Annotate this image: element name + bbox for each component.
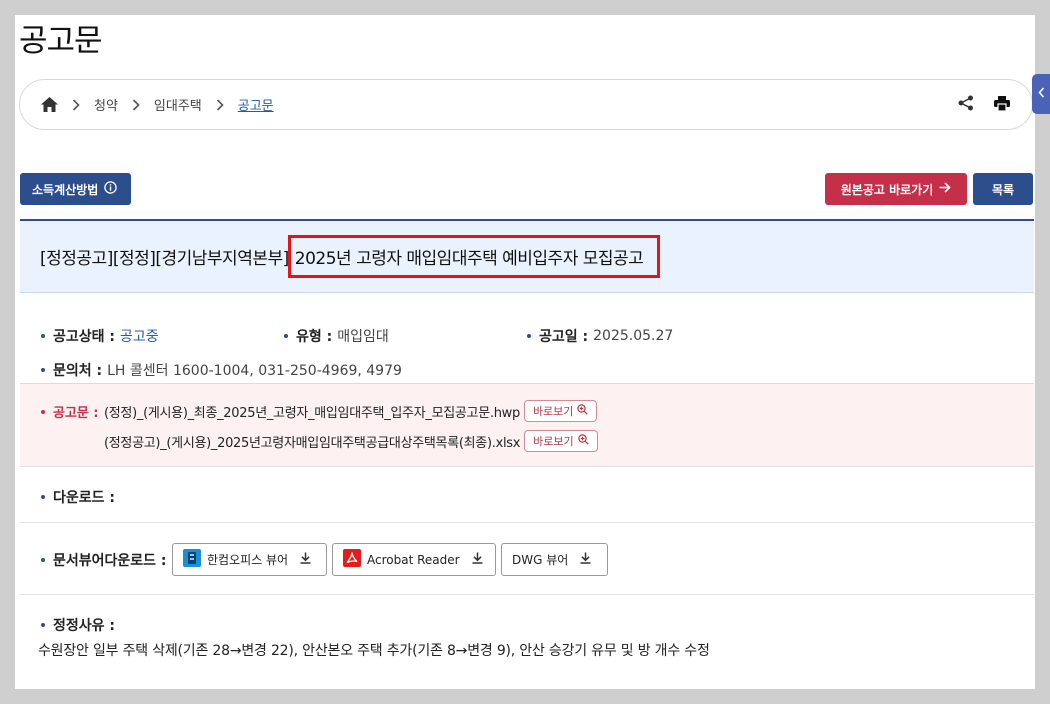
file-item: (정정)_(게시용)_최종_2025년_고령자_매입임대주택_입주자_모집공고문… <box>104 400 598 422</box>
download-icon <box>580 552 591 567</box>
list-button[interactable]: 목록 <box>973 173 1033 205</box>
side-panel-toggle[interactable] <box>1032 74 1050 114</box>
income-calc-label: 소득계산방법 <box>32 182 99 197</box>
bullet-icon <box>41 368 45 372</box>
view-button-label: 바로보기 <box>533 435 574 448</box>
share-icon[interactable] <box>958 95 974 115</box>
status-row: 공고상태 : 공고중 <box>41 326 159 346</box>
hancom-icon <box>183 549 201 570</box>
download-icon <box>472 552 483 567</box>
viewer-download-section: 문서뷰어다운로드 : 한컴오피스 뷰어 Acrobat Reader DWG 뷰… <box>20 523 1034 595</box>
contact-value: LH 콜센터 1600-1004, 031-250-4969, 4979 <box>107 363 402 379</box>
file-name[interactable]: (정정)_(게시용)_최종_2025년_고령자_매입임대주택_입주자_모집공고문… <box>104 402 520 421</box>
zoom-in-icon <box>577 404 589 418</box>
bullet-icon <box>41 623 45 627</box>
chevron-left-icon <box>1037 87 1045 101</box>
chevron-right-icon <box>216 98 224 111</box>
income-calc-button[interactable]: 소득계산방법 <box>20 173 132 205</box>
notice-info: 공고상태 : 공고중 유형 : 매입임대 공고일 : 2025.05.27 문의… <box>20 293 1034 383</box>
file-name[interactable]: (정정공고)_(게시용)_2025년고령자매입임대주택공급대상주택목록(최종).… <box>104 432 520 451</box>
chevron-right-icon <box>72 98 80 111</box>
bullet-icon <box>41 409 45 414</box>
bullet-icon <box>41 495 45 499</box>
zoom-in-icon <box>577 434 589 448</box>
bullet-icon <box>41 558 45 562</box>
type-row: 유형 : 매입임대 <box>284 326 389 346</box>
original-notice-button[interactable]: 원본공고 바로가기 <box>825 173 967 205</box>
date-row: 공고일 : 2025.05.27 <box>527 326 673 346</box>
page-container: 공고문 청약 임대주택 공고문 소득계산방법 원본공고 바로가기 목록 [정정공… <box>15 15 1035 689</box>
notice-title: [정정공고][정정][경기남부지역본부] 2025년 고령자 매입임대주택 예비… <box>20 219 1034 293</box>
download-section: 다운로드 : <box>20 467 1034 523</box>
bullet-icon <box>527 334 531 338</box>
viewer-label-text: 문서뷰어다운로드 : <box>53 553 167 569</box>
view-button[interactable]: 바로보기 <box>523 400 598 422</box>
download-row: 다운로드 : <box>41 487 115 507</box>
status-label: 공고상태 : <box>53 329 115 345</box>
hancom-viewer-button[interactable]: 한컴오피스 뷰어 <box>172 543 327 576</box>
type-label: 유형 : <box>296 329 333 345</box>
viewer-label: 문서뷰어다운로드 : <box>41 550 167 570</box>
view-button-label: 바로보기 <box>532 405 574 418</box>
notice-title-prefix: [정정공고][정정][경기남부지역본부] <box>40 249 289 269</box>
breadcrumb-current[interactable]: 공고문 <box>238 95 274 114</box>
reason-text: 수원장안 일부 주택 삭제(기존 28→변경 22), 안산본오 주택 추가(기… <box>38 643 710 659</box>
correction-reason-section: 정정사유 : 수원장안 일부 주택 삭제(기존 28→변경 22), 안산본오 … <box>20 595 1034 689</box>
acrobat-reader-button[interactable]: Acrobat Reader <box>332 543 496 576</box>
dwg-viewer-label: DWG 뷰어 <box>512 553 569 567</box>
file-item: (정정공고)_(게시용)_2025년고령자매입임대주택공급대상주택목록(최종).… <box>104 430 598 452</box>
reason-label: 정정사유 : <box>53 618 115 634</box>
date-value: 2025.05.27 <box>593 328 674 344</box>
print-icon[interactable] <box>994 95 1010 115</box>
breadcrumb-actions <box>958 95 1010 115</box>
page-title: 공고문 <box>19 23 103 59</box>
files-label-text: 공고문 : <box>53 406 99 421</box>
contact-row: 문의처 : LH 콜센터 1600-1004, 031-250-4969, 49… <box>41 360 402 380</box>
notice-files: 공고문 : (정정)_(게시용)_최종_2025년_고령자_매입임대주택_입주자… <box>20 383 1034 467</box>
download-icon <box>300 552 311 567</box>
chevron-right-icon <box>132 98 140 111</box>
bullet-icon <box>284 334 288 338</box>
original-notice-label: 원본공고 바로가기 <box>840 182 934 197</box>
contact-label: 문의처 : <box>53 363 103 379</box>
breadcrumb-item-rental-housing[interactable]: 임대주택 <box>154 95 202 114</box>
arrow-right-icon <box>939 182 951 196</box>
download-label: 다운로드 : <box>53 490 115 506</box>
status-value: 공고중 <box>120 329 159 345</box>
reason-row: 정정사유 : <box>41 615 115 635</box>
home-icon[interactable] <box>40 96 58 114</box>
dwg-viewer-button[interactable]: DWG 뷰어 <box>501 543 608 576</box>
breadcrumb: 청약 임대주택 공고문 <box>19 79 1033 130</box>
notice-title-main: 2025년 고령자 매입임대주택 예비입주자 모집공고 <box>287 235 661 278</box>
bullet-icon <box>41 334 45 338</box>
info-icon <box>104 181 117 197</box>
view-button[interactable]: 바로보기 <box>524 430 598 452</box>
files-label: 공고문 : <box>41 402 99 421</box>
date-label: 공고일 : <box>539 329 589 345</box>
acrobat-icon <box>343 549 361 570</box>
type-value: 매입임대 <box>337 329 389 345</box>
hancom-viewer-label: 한컴오피스 뷰어 <box>207 553 289 567</box>
breadcrumb-item-subscription[interactable]: 청약 <box>94 95 118 114</box>
acrobat-reader-label: Acrobat Reader <box>367 552 460 567</box>
